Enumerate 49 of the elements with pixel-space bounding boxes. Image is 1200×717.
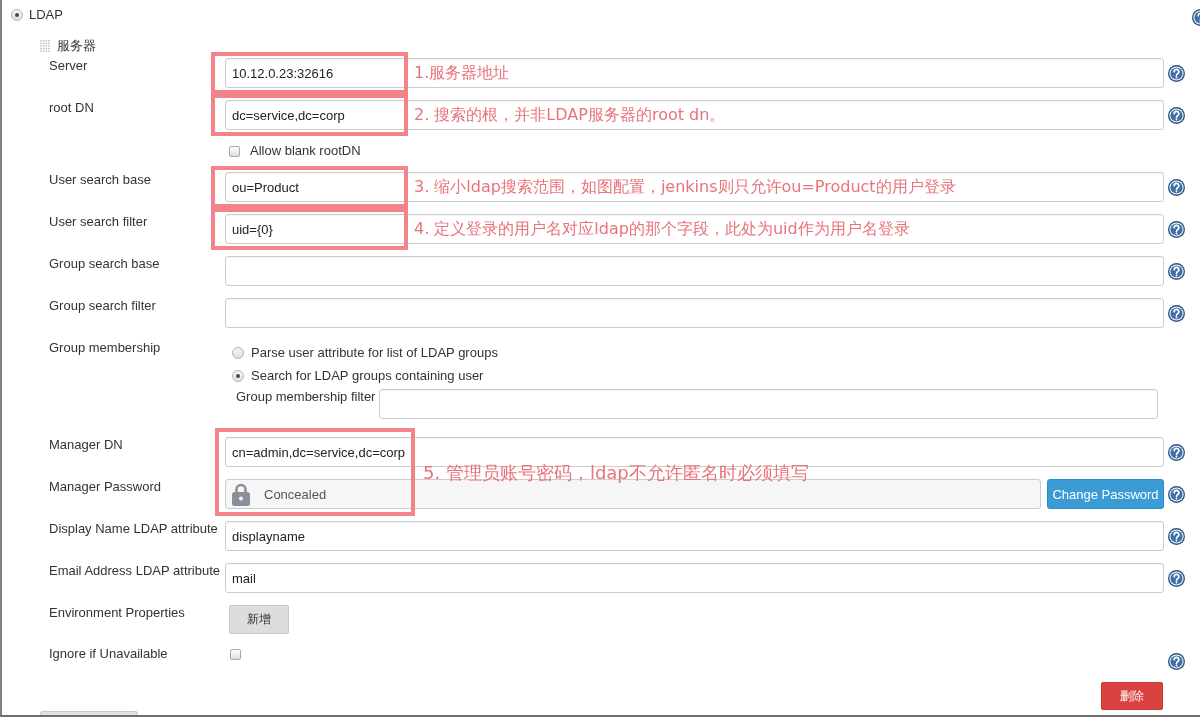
checkbox[interactable] (229, 145, 240, 157)
radio-label: Parse user attribute for list of LDAP groups (251, 345, 498, 361)
help-icon[interactable] (1168, 107, 1185, 124)
help-icon[interactable] (1168, 179, 1185, 196)
checkbox-label: Allow blank rootDN (250, 143, 361, 159)
option-label: LDAP (29, 7, 63, 23)
text-field[interactable] (225, 298, 1164, 328)
help-icon[interactable] (1168, 263, 1185, 280)
help-icon[interactable] (1168, 305, 1185, 322)
help-icon[interactable] (1192, 8, 1200, 26)
radio-button[interactable] (232, 370, 244, 382)
text-field[interactable] (225, 256, 1164, 286)
section-title: 服务器 (57, 38, 96, 54)
help-icon[interactable] (1168, 528, 1185, 545)
field-label: Group membership filter (236, 389, 377, 405)
field-label: Email Address LDAP attribute (49, 563, 221, 579)
text-field[interactable]: mail (225, 563, 1164, 593)
annotation-text: 3. 缩小ldap搜索范围，如图配置，jenkins则只允许ou=Product的用户登录 (414, 176, 956, 198)
help-icon[interactable] (1168, 653, 1185, 670)
help-icon[interactable] (1168, 221, 1185, 238)
field-label: User search filter (49, 214, 149, 230)
field-label: Group membership (49, 340, 162, 356)
field-label: Display Name LDAP attribute (49, 521, 219, 537)
radio-button[interactable] (232, 347, 244, 359)
text-field[interactable] (379, 389, 1158, 419)
field-label: Group search base (49, 256, 161, 272)
delete-button[interactable]: 删除 (1101, 682, 1163, 710)
help-icon[interactable] (1168, 570, 1185, 587)
field-label: Manager DN (49, 437, 124, 453)
radio-label: Search for LDAP groups containing user (251, 368, 484, 384)
add-button[interactable]: 新增 (229, 605, 289, 634)
field-label: User search base (49, 172, 152, 188)
annotation-text: 4. 定义登录的用户名对应ldap的那个字段，此处为uid作为用户名登录 (414, 218, 910, 240)
field-label: Group search filter (49, 298, 157, 314)
help-icon[interactable] (1168, 444, 1185, 461)
drag-handle-icon[interactable] (40, 40, 50, 52)
help-icon[interactable] (1168, 486, 1185, 503)
field-label: Ignore if Unavailable (49, 646, 169, 662)
lock-icon (232, 482, 250, 506)
annotation-text: 2. 搜索的根，并非LDAP服务器的root dn。 (414, 104, 726, 126)
field-label: Environment Properties (49, 605, 186, 621)
text-field[interactable]: displayname (225, 521, 1164, 551)
radio-button[interactable] (11, 9, 23, 21)
help-icon[interactable] (1168, 65, 1185, 82)
annotation-text: 1.服务器地址 (414, 62, 510, 84)
field-label: Manager Password (49, 479, 162, 495)
field-label: Server (49, 58, 89, 74)
field-label: root DN (49, 100, 95, 116)
checkbox[interactable] (230, 648, 241, 660)
